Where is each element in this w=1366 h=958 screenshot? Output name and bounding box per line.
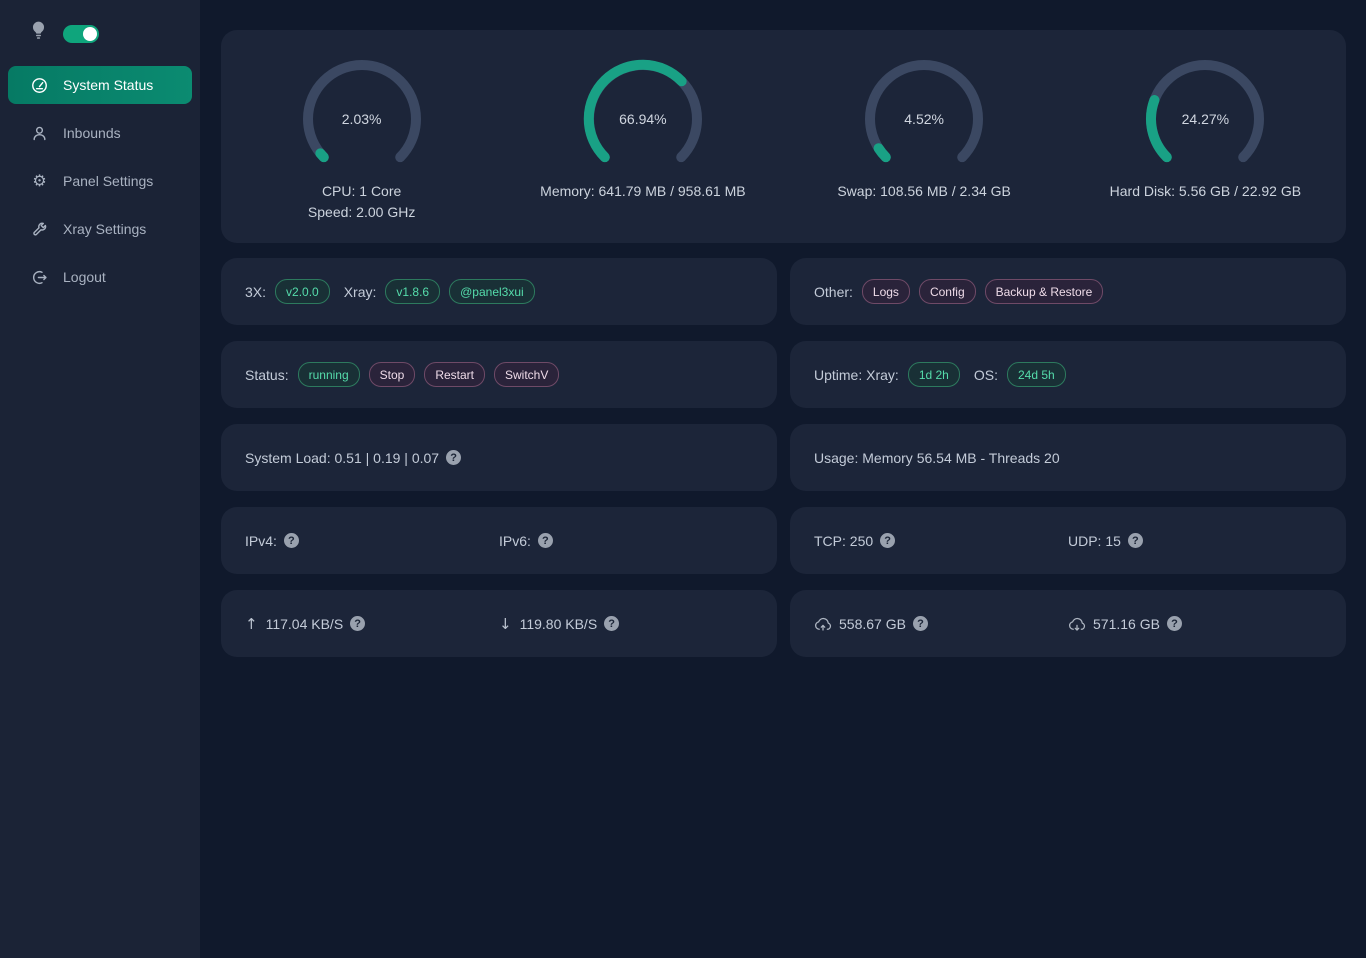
tcp-count: TCP: 250: [814, 533, 873, 549]
udp-block: UDP: 15 ?: [1068, 533, 1322, 549]
gauge-disk: 24.27% Hard Disk: 5.56 GB / 22.92 GB: [1065, 30, 1346, 243]
arrow-down-icon: ↓: [499, 615, 512, 633]
sidebar-item-xray-settings[interactable]: Xray Settings: [8, 210, 192, 248]
sidebar-item-logout[interactable]: Logout: [8, 258, 192, 296]
dark-theme-toggle[interactable]: [63, 25, 99, 43]
arrow-up-icon: ↑: [245, 615, 258, 633]
logout-icon: [31, 269, 48, 286]
status-label: Status:: [245, 367, 289, 383]
traffic-total-card: 558.67 GB ? 571.16 GB ?: [790, 590, 1346, 657]
udp-count: UDP: 15: [1068, 533, 1121, 549]
upload-total-block: 558.67 GB ?: [814, 616, 1068, 632]
network-speed-card: ↑ 117.04 KB/S ? ↓ 119.80 KB/S ?: [221, 590, 777, 657]
usage-card: Usage: Memory 56.54 MB - Threads 20: [790, 424, 1346, 491]
xray-version-badge: v1.8.6: [385, 279, 440, 304]
memory-percent: 66.94%: [581, 57, 705, 181]
sidebar-menu: System Status Inbounds ⚙ Panel Settings …: [0, 61, 200, 301]
user-icon: [31, 125, 48, 142]
ipv6-label: IPv6:: [499, 533, 531, 549]
xray-version-label: Xray:: [344, 284, 377, 300]
main-content: 2.03% CPU: 1 Core Speed: 2.00 GHz 66.94%…: [200, 0, 1366, 958]
logs-button[interactable]: Logs: [862, 279, 910, 304]
panel-version-label: 3X:: [245, 284, 266, 300]
swap-info-line1: Swap: 108.56 MB / 2.34 GB: [837, 181, 1011, 202]
question-circle-icon[interactable]: ?: [880, 533, 895, 548]
cloud-download-icon: [1068, 616, 1086, 632]
sidebar-item-label: Logout: [63, 269, 106, 285]
question-circle-icon[interactable]: ?: [350, 616, 365, 631]
gauge-cpu: 2.03% CPU: 1 Core Speed: 2.00 GHz: [221, 30, 502, 243]
question-circle-icon[interactable]: ?: [1128, 533, 1143, 548]
sidebar-item-system-status[interactable]: System Status: [8, 66, 192, 104]
swap-percent: 4.52%: [862, 57, 986, 181]
toggle-knob: [83, 27, 97, 41]
system-load-text: System Load: 0.51 | 0.19 | 0.07: [245, 450, 439, 466]
version-card: 3X: v2.0.0 Xray: v1.8.6 @panel3xui: [221, 258, 777, 325]
stop-button[interactable]: Stop: [369, 362, 416, 387]
ipv4-label: IPv4:: [245, 533, 277, 549]
gear-icon: ⚙: [31, 173, 48, 189]
system-gauges-card: 2.03% CPU: 1 Core Speed: 2.00 GHz 66.94%…: [221, 30, 1346, 243]
dashboard-icon: [31, 77, 48, 94]
download-total: 571.16 GB: [1093, 616, 1160, 632]
wrench-icon: [31, 221, 48, 238]
config-button[interactable]: Config: [919, 279, 976, 304]
uptime-os-label: OS:: [974, 367, 998, 383]
ipv6-block: IPv6: ?: [499, 533, 753, 549]
question-circle-icon[interactable]: ?: [284, 533, 299, 548]
restart-button[interactable]: Restart: [424, 362, 485, 387]
system-load-card: System Load: 0.51 | 0.19 | 0.07 ?: [221, 424, 777, 491]
sidebar-item-label: System Status: [63, 77, 153, 93]
usage-text: Usage: Memory 56.54 MB - Threads 20: [814, 450, 1060, 466]
uptime-xray-badge: 1d 2h: [908, 362, 960, 387]
uptime-xray-label: Uptime: Xray:: [814, 367, 899, 383]
upload-total: 558.67 GB: [839, 616, 906, 632]
question-circle-icon[interactable]: ?: [913, 616, 928, 631]
cloud-upload-icon: [814, 616, 832, 632]
cpu-info-line2: Speed: 2.00 GHz: [308, 202, 415, 223]
gauge-swap: 4.52% Swap: 108.56 MB / 2.34 GB: [784, 30, 1065, 243]
connections-card: TCP: 250 ? UDP: 15 ?: [790, 507, 1346, 574]
gauge-memory: 66.94% Memory: 641.79 MB / 958.61 MB: [502, 30, 783, 243]
question-circle-icon[interactable]: ?: [604, 616, 619, 631]
uptime-os-badge: 24d 5h: [1007, 362, 1066, 387]
uptime-card: Uptime: Xray: 1d 2h OS: 24d 5h: [790, 341, 1346, 408]
ip-card: IPv4: ? IPv6: ?: [221, 507, 777, 574]
other-card: Other: Logs Config Backup & Restore: [790, 258, 1346, 325]
disk-percent: 24.27%: [1143, 57, 1267, 181]
other-label: Other:: [814, 284, 853, 300]
upload-speed-block: ↑ 117.04 KB/S ?: [245, 615, 499, 633]
ipv4-block: IPv4: ?: [245, 533, 499, 549]
sidebar-item-label: Xray Settings: [63, 221, 146, 237]
question-circle-icon[interactable]: ?: [1167, 616, 1182, 631]
download-total-block: 571.16 GB ?: [1068, 616, 1322, 632]
panel-version-badge: v2.0.0: [275, 279, 330, 304]
xray-status-card: Status: running Stop Restart SwitchV: [221, 341, 777, 408]
download-speed-block: ↓ 119.80 KB/S ?: [499, 615, 753, 633]
disk-info-line1: Hard Disk: 5.56 GB / 22.92 GB: [1110, 181, 1301, 202]
tcp-block: TCP: 250 ?: [814, 533, 1068, 549]
telegram-badge[interactable]: @panel3xui: [449, 279, 535, 304]
question-circle-icon[interactable]: ?: [446, 450, 461, 465]
lightbulb-icon: [31, 21, 46, 46]
sidebar-item-label: Panel Settings: [63, 173, 153, 189]
cpu-info-line1: CPU: 1 Core: [322, 181, 401, 202]
switch-version-button[interactable]: SwitchV: [494, 362, 559, 387]
status-running-badge: running: [298, 362, 360, 387]
upload-speed: 117.04 KB/S: [266, 616, 344, 632]
sidebar-item-label: Inbounds: [63, 125, 121, 141]
backup-restore-button[interactable]: Backup & Restore: [985, 279, 1104, 304]
question-circle-icon[interactable]: ?: [538, 533, 553, 548]
info-grid: 3X: v2.0.0 Xray: v1.8.6 @panel3xui Other…: [221, 258, 1346, 657]
sidebar: System Status Inbounds ⚙ Panel Settings …: [0, 0, 200, 958]
sidebar-item-inbounds[interactable]: Inbounds: [8, 114, 192, 152]
cpu-percent: 2.03%: [300, 57, 424, 181]
download-speed: 119.80 KB/S: [520, 616, 598, 632]
theme-row: [0, 0, 200, 61]
sidebar-item-panel-settings[interactable]: ⚙ Panel Settings: [8, 162, 192, 200]
memory-info-line1: Memory: 641.79 MB / 958.61 MB: [540, 181, 745, 202]
